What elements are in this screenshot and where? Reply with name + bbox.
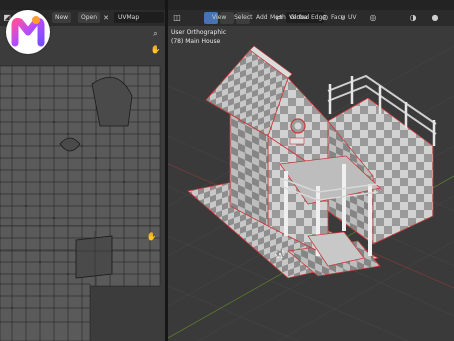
logo xyxy=(6,10,50,54)
viewport-object-label: (78) Main House xyxy=(171,38,221,45)
uvmap-field[interactable]: UVMap xyxy=(114,12,164,23)
3d-viewport[interactable]: User Orthographic (78) Main House xyxy=(168,26,454,341)
menu-add[interactable]: Add xyxy=(256,13,268,23)
uv-layout xyxy=(0,65,161,341)
viewport-projection-label: User Orthographic xyxy=(171,29,227,36)
uv-editor-area[interactable]: ⌕ ✋ ✋ xyxy=(0,26,165,341)
editor-type-3d-icon[interactable]: ◫ xyxy=(172,12,182,23)
proportional-edit-icon[interactable]: ◎ xyxy=(368,12,378,23)
menu-uv[interactable]: UV xyxy=(348,13,357,23)
menu-face[interactable]: Face xyxy=(331,13,345,23)
hand-pan-icon[interactable]: ✋ xyxy=(146,231,157,242)
menu-mesh[interactable]: Mesh xyxy=(270,13,286,23)
hand-icon[interactable]: ✋ xyxy=(150,44,161,55)
zoom-icon[interactable]: ⌕ xyxy=(150,28,161,39)
shading-icon[interactable]: ● xyxy=(430,12,440,23)
house-mesh xyxy=(168,45,454,341)
open-image-button[interactable]: Open xyxy=(78,12,101,23)
new-image-button[interactable]: New xyxy=(52,12,72,23)
overlay-icon[interactable]: ◑ xyxy=(408,12,418,23)
logo-mark xyxy=(11,16,45,47)
menu-edge[interactable]: Edge xyxy=(311,13,326,23)
pin-icon[interactable]: ✕ xyxy=(102,12,110,23)
menu-view[interactable]: View xyxy=(212,13,226,23)
menu-select[interactable]: Select xyxy=(234,13,253,23)
menu-vertex[interactable]: Vertex xyxy=(289,13,308,23)
